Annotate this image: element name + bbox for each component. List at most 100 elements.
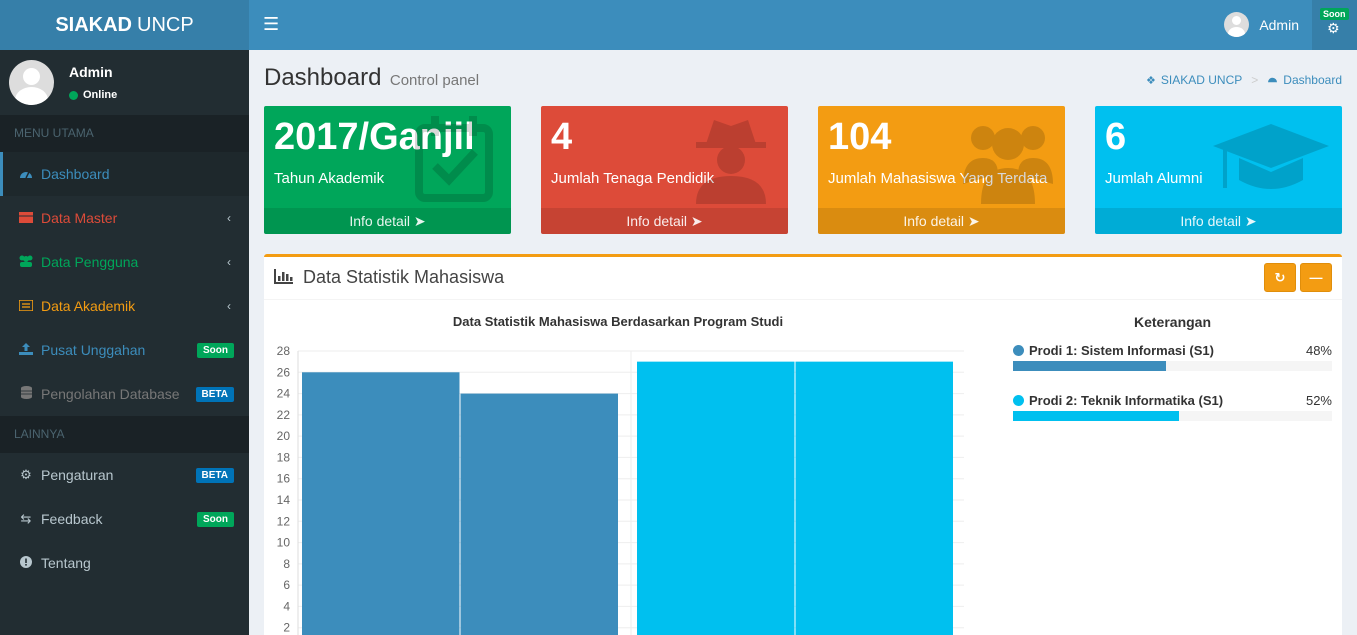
sidebar-item-feedback[interactable]: ⇆ Feedback Soon [0,497,249,541]
progress-bar [1013,361,1332,371]
beta-badge: BETA [195,467,234,483]
user-status: Online [69,89,117,101]
user-menu[interactable]: Admin [1224,12,1299,37]
user-secret-icon [696,120,766,204]
sidebar-item-label: Data Master [41,210,118,226]
breadcrumb-home[interactable]: SIAKAD UNCP [1161,73,1242,87]
y-tick-label: 4 [283,599,290,613]
table-icon [16,211,36,226]
info-detail-link[interactable]: Info detail ➤ [264,208,511,234]
bar [302,372,460,635]
users-icon [16,255,36,270]
chevron-left-icon: ‹ [227,255,231,269]
bar [460,393,618,635]
panel-header: Data Statistik Mahasiswa ↻ — [264,257,1342,300]
users-icon [963,126,1053,204]
stat-box-tenaga-pendidik: 4 Jumlah Tenaga Pendidik Info detail ➤ [541,106,788,234]
page-title: Dashboard [264,64,382,91]
y-tick-label: 26 [277,365,291,379]
soon-badge: Soon [197,342,234,358]
info-detail-text: Info detail [349,213,411,229]
avatar [1224,12,1250,37]
sidebar-item-data-pengguna[interactable]: Data Pengguna ‹ [0,240,249,284]
progress-group-prodi-2: Prodi 2: Teknik Informatika (S1) 52% [1013,393,1332,421]
soon-badge: Soon [197,511,234,527]
stat-box-mahasiswa: 104 Jumlah Mahasiswa Yang Terdata Info d… [818,106,1065,234]
user-panel: Admin Online [0,50,249,115]
bar-chart: 246810121416182022242628 [277,344,964,635]
breadcrumb: ❖ SIAKAD UNCP > Dashboard [1146,73,1342,87]
control-sidebar-button[interactable]: Soon ⚙ [1312,0,1357,50]
content-header: Dashboard Control panel [264,64,479,92]
info-detail-text: Info detail [1180,213,1242,229]
info-detail-text: Info detail [626,213,688,229]
sidebar-item-label: Tentang [41,555,91,571]
sidebar-item-data-master[interactable]: Data Master ‹ [0,196,249,240]
progress-group-prodi-1: Prodi 1: Sistem Informasi (S1) 48% [1013,343,1332,371]
sidebar-item-pengaturan[interactable]: ⚙ Pengaturan BETA [0,453,249,497]
y-tick-label: 12 [277,514,291,528]
sidebar-item-data-akademik[interactable]: Data Akademik ‹ [0,284,249,328]
top-navbar: ☰ Admin Soon ⚙ [249,0,1357,50]
info-detail-link[interactable]: Info detail ➤ [1095,208,1342,234]
other-section-header: LAINNYA [0,416,249,453]
chart-title: Data Statistik Mahasiswa Berdasarkan Pro… [452,314,784,329]
info-detail-link[interactable]: Info detail ➤ [818,208,1065,234]
settings-badge: Soon [1320,8,1349,20]
refresh-button[interactable]: ↻ [1264,263,1296,292]
sidebar: Admin Online MENU UTAMA Dashboard Data M… [0,50,249,635]
stat-box-tahun-akademik: 2017/Ganjil Tahun Akademik Info detail ➤ [264,106,511,234]
sidebar-item-label: Pengaturan [41,467,114,483]
y-tick-label: 14 [277,493,291,507]
y-tick-label: 28 [277,344,291,358]
sidebar-item-label: Pusat Unggahan [41,342,146,358]
collapse-button[interactable]: — [1300,263,1332,292]
y-tick-label: 6 [283,578,290,592]
stat-label: Jumlah Alumni [1105,170,1203,187]
hamburger-icon[interactable]: ☰ [263,14,279,35]
progress-percent: 52% [1305,393,1332,408]
sidebar-item-tentang[interactable]: Tentang [0,541,249,585]
y-tick-label: 2 [283,621,290,635]
chevron-left-icon: ‹ [227,211,231,225]
sidebar-item-label: Feedback [41,511,103,527]
info-icon [16,555,36,571]
gears-icon: ⚙ [1327,20,1340,36]
sidebar-user-name: Admin [69,64,113,80]
gears-icon: ⚙ [20,467,32,482]
statistik-panel: Data Statistik Mahasiswa ↻ — Data Statis… [264,254,1342,635]
y-tick-label: 18 [277,450,291,464]
online-dot-icon [69,90,78,100]
sidebar-item-dashboard[interactable]: Dashboard [0,152,249,196]
sidebar-item-label: Data Akademik [41,298,136,314]
sidebar-item-label: Pengolahan Database [41,386,180,402]
sidebar-item-pusat-unggahan[interactable]: Pusat Unggahan Soon [0,328,249,372]
progress-bar [1013,411,1332,421]
app-logo[interactable]: SIAKAD UNCP [0,0,249,50]
retweet-icon: ⇆ [20,511,32,526]
cubes-icon: ❖ [1146,74,1156,87]
sidebar-item-pengolahan-database[interactable]: Pengolahan Database BETA [0,372,249,416]
stat-value: 6 [1105,116,1127,158]
dashboard-icon [16,167,36,182]
database-icon [16,386,36,402]
calendar-check-icon [415,116,493,202]
legend-dot-icon [1013,345,1024,356]
y-tick-label: 20 [277,429,291,443]
progress-label: Prodi 1: Sistem Informasi (S1) [1029,343,1214,358]
y-tick-label: 24 [277,387,291,401]
progress-percent: 48% [1305,343,1332,358]
legend-dot-icon [1013,395,1024,406]
graduation-cap-icon [1213,124,1329,189]
info-detail-link[interactable]: Info detail ➤ [541,208,788,234]
status-text: Online [83,89,118,101]
breadcrumb-current[interactable]: Dashboard [1283,73,1342,87]
dashboard-icon [1267,74,1278,86]
bar [637,361,795,635]
y-tick-label: 10 [277,536,291,550]
y-tick-label: 22 [277,408,291,422]
info-detail-text: Info detail [903,213,965,229]
upload-icon [16,342,36,358]
menu-section-header: MENU UTAMA [0,115,249,152]
progress-fill [1013,361,1167,371]
